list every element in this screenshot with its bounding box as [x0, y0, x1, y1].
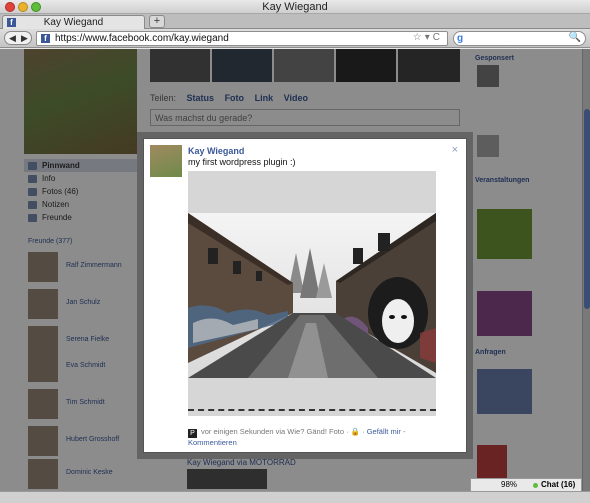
post-timestamp: vor einigen Sekunden via Wie? Gänd! Foto…	[201, 427, 351, 436]
comment-link[interactable]: Kommentieren	[188, 438, 237, 447]
battery-level: 98%	[501, 480, 518, 489]
bookmark-star-icon[interactable]: ☆▾C	[413, 32, 443, 43]
street-art-photo[interactable]	[188, 213, 436, 378]
caption-divider	[188, 409, 436, 411]
post-footer: Pvor einigen Sekunden via Wie? Gänd! Fot…	[188, 427, 406, 447]
like-link[interactable]: Gefällt mir	[367, 427, 401, 436]
new-tab-button[interactable]: +	[149, 15, 165, 28]
online-status-icon	[533, 483, 538, 488]
facebook-favicon-icon: f	[41, 34, 50, 43]
post-message: my first wordpress plugin :)	[188, 157, 296, 167]
browser-status-bar	[0, 491, 590, 503]
window-title: Kay Wiegand	[262, 1, 328, 13]
forward-arrow-icon[interactable]: ▶	[21, 32, 28, 44]
back-forward-buttons[interactable]: ◀ ▶	[4, 31, 32, 45]
search-input[interactable]: g 🔍	[453, 31, 586, 46]
lock-icon: 🔒	[350, 427, 361, 436]
chat-bar[interactable]: 98% Chat (16)	[470, 478, 582, 492]
post-author[interactable]: Kay Wiegand	[188, 146, 244, 156]
window-titlebar: Kay Wiegand	[0, 0, 590, 14]
url-text[interactable]: https://www.facebook.com/kay.wiegand	[55, 33, 229, 44]
photo-post-dialog: Kay Wiegand my first wordpress plugin :)…	[143, 138, 467, 453]
search-icon[interactable]: 🔍	[569, 32, 581, 43]
tab-kay-wiegand[interactable]: f Kay Wiegand	[2, 15, 145, 29]
tab-bar: f Kay Wiegand +	[0, 14, 590, 29]
chat-button[interactable]: Chat (16)	[541, 479, 575, 491]
address-bar[interactable]: f https://www.facebook.com/kay.wiegand ☆…	[36, 31, 448, 46]
avatar[interactable]	[150, 145, 182, 177]
navigation-bar: ◀ ▶ f https://www.facebook.com/kay.wiega…	[0, 29, 590, 48]
app-icon: P	[188, 429, 197, 438]
google-logo-icon: g	[457, 33, 464, 44]
photo-frame	[188, 171, 436, 416]
back-arrow-icon[interactable]: ◀	[9, 32, 16, 44]
tab-label: Kay Wiegand	[43, 17, 104, 28]
close-icon[interactable]: ×	[452, 144, 458, 156]
